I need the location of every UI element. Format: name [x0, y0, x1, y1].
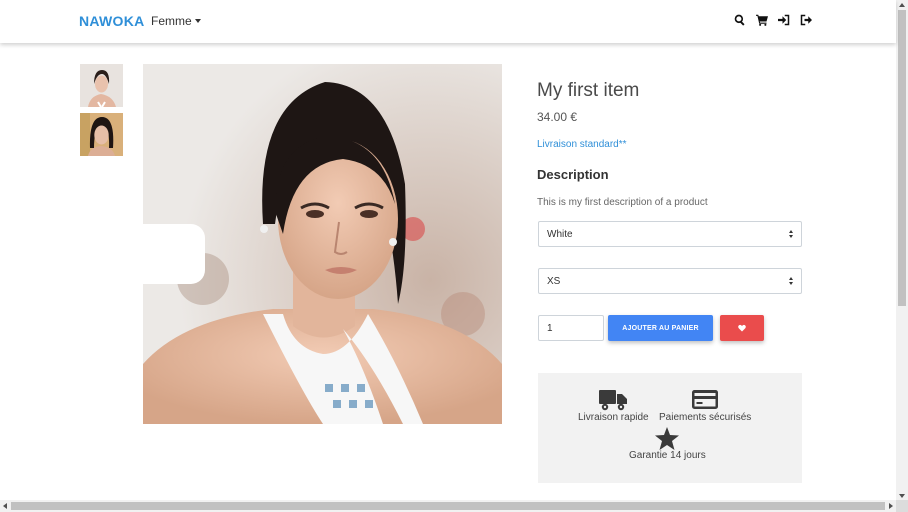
star-icon [655, 427, 680, 450]
product-price: 34.00 € [537, 110, 578, 124]
caret-down-icon [194, 19, 201, 23]
nav-icons [733, 12, 812, 28]
add-to-cart-button[interactable]: AJOUTER AU PANIER [608, 315, 713, 341]
fast-delivery-label: Livraison rapide [578, 412, 649, 423]
sign-in-icon[interactable] [777, 12, 790, 28]
brand-logo[interactable]: NAWOKA [79, 13, 145, 29]
navbar: NAWOKA Femme [0, 0, 896, 43]
color-select-value: White [547, 228, 573, 240]
select-arrows-icon [789, 277, 793, 285]
guarantee-label: Garantie 14 jours [629, 450, 706, 461]
quantity-input[interactable] [538, 315, 604, 341]
search-icon[interactable] [733, 12, 746, 28]
scroll-right-icon[interactable] [889, 503, 893, 509]
credit-card-icon [692, 390, 719, 409]
select-arrows-icon [789, 230, 793, 238]
favorite-button[interactable] [720, 315, 764, 341]
thumbnail-2-image [80, 113, 123, 156]
scroll-down-icon[interactable] [899, 494, 905, 498]
scroll-left-icon[interactable] [3, 503, 7, 509]
feature-fast-delivery: Livraison rapide [578, 388, 649, 423]
scrollbar-corner [896, 500, 908, 512]
feature-secure-payment: Paiements sécurisés [659, 388, 751, 423]
feature-guarantee: Garantie 14 jours [629, 427, 706, 461]
horizontal-scrollbar[interactable] [0, 500, 908, 512]
image-overlay-panel [143, 224, 205, 284]
product-title: My first item [537, 80, 640, 101]
scroll-up-icon[interactable] [899, 3, 905, 7]
description-heading: Description [537, 167, 609, 182]
sign-out-icon[interactable] [799, 12, 812, 28]
features-panel: Livraison rapide Paiements sécurisés Gar… [538, 373, 802, 483]
truck-icon [599, 390, 628, 411]
horizontal-scroll-thumb[interactable] [11, 502, 885, 510]
thumbnail-2[interactable] [80, 113, 123, 156]
secure-payment-label: Paiements sécurisés [659, 412, 752, 423]
femme-dropdown-label: Femme [151, 14, 192, 28]
thumbnail-1[interactable] [80, 64, 123, 107]
cart-icon[interactable] [755, 12, 768, 28]
vertical-scrollbar[interactable] [896, 0, 908, 500]
size-select-value: XS [547, 275, 561, 287]
shipping-info-link[interactable]: Livraison standard** [537, 139, 627, 150]
size-select[interactable]: XS [538, 268, 802, 294]
product-description: This is my first description of a produc… [537, 197, 708, 208]
vertical-scroll-thumb[interactable] [898, 10, 906, 306]
color-select[interactable]: White [538, 221, 802, 247]
heart-icon [738, 324, 746, 332]
thumbnail-1-image [80, 64, 123, 107]
femme-dropdown[interactable]: Femme [151, 14, 201, 28]
